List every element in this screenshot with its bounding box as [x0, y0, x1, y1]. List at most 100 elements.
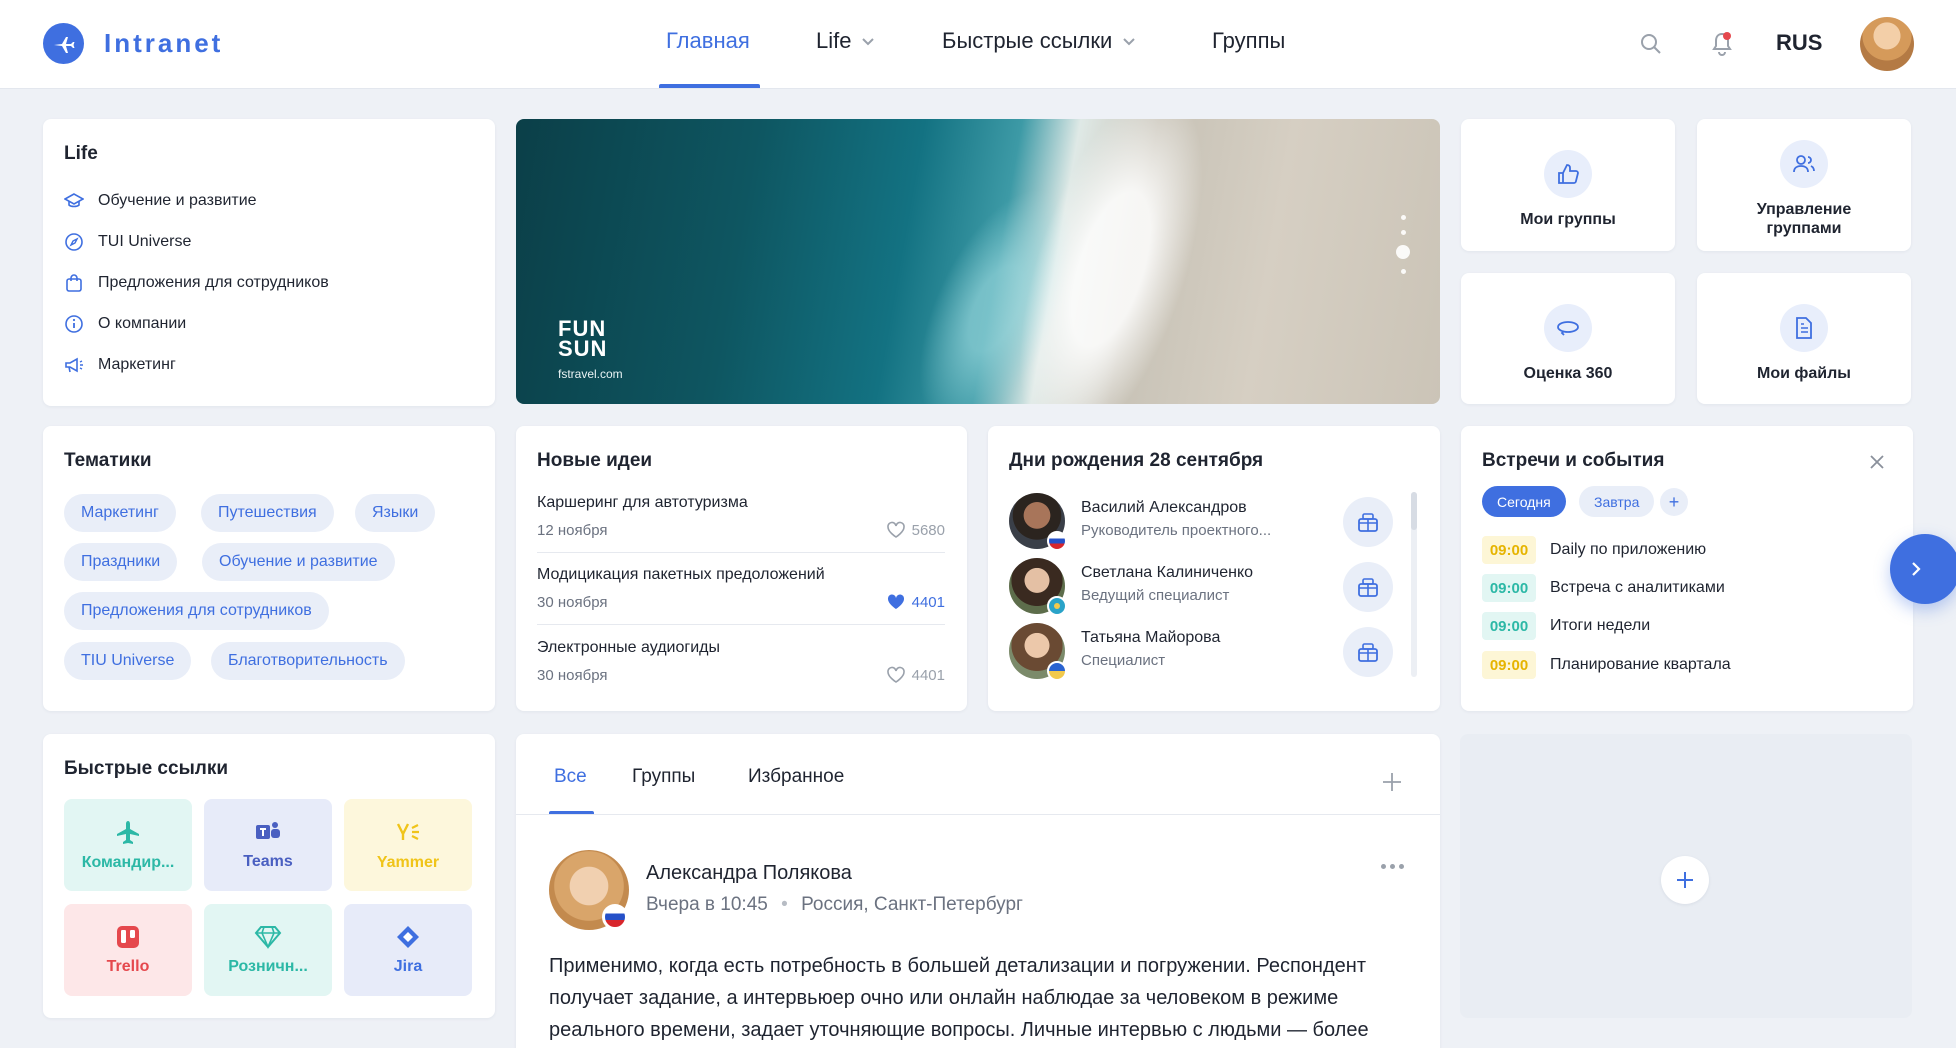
post-time: Вчера в 10:45 [646, 894, 768, 915]
birthdays-title: Дни рождения 28 сентября [1009, 450, 1264, 471]
tab-favorites[interactable]: Избранное [748, 766, 844, 788]
add-tab-icon[interactable] [1380, 770, 1404, 794]
topic-chip[interactable]: Предложения для сотрудников [64, 592, 329, 630]
life-item-learning[interactable]: Обучение и развитие [64, 191, 257, 211]
idea-title[interactable]: Каршеринг для автотуризма [537, 494, 748, 512]
users-icon [1780, 140, 1828, 188]
add-widget-button[interactable] [1661, 856, 1709, 904]
next-arrow-button[interactable] [1890, 534, 1956, 604]
topic-chip[interactable]: Маркетинг [64, 494, 176, 532]
carousel-dot[interactable] [1400, 269, 1406, 274]
event-title: Планирование квартала [1550, 656, 1731, 673]
birthday-row[interactable]: Татьяна Майорова Специалист [1009, 623, 1393, 681]
divider [537, 552, 945, 553]
idea-title[interactable]: Электронные аудиогиды [537, 639, 720, 657]
life-item-label: TUI Universe [98, 233, 192, 250]
idea-like-button[interactable]: 4401 [886, 666, 945, 684]
post-author-name[interactable]: Александра Полякова [646, 862, 852, 885]
tile-label: Оценка 360 [1523, 365, 1613, 382]
events-tab-tomorrow[interactable]: Завтра [1579, 486, 1655, 517]
birthday-row[interactable]: Василий Александров Руководитель проектн… [1009, 493, 1393, 551]
logo-icon[interactable] [43, 23, 84, 64]
life-item-marketing[interactable]: Маркетинг [64, 355, 176, 375]
idea-title[interactable]: Модицикация пакетных предоложений [537, 566, 825, 584]
idea-like-button[interactable]: 4401 [886, 593, 945, 611]
flag-ua-icon [1047, 661, 1067, 681]
quick-links-title: Быстрые ссылки [64, 758, 229, 779]
nav-groups[interactable]: Группы [1212, 28, 1285, 54]
event-row[interactable]: 09:00 Планирование квартала [1482, 651, 1731, 679]
idea-like-count: 4401 [911, 593, 945, 611]
top-header: Intranet Главная Life Быстрые ссылки Гру… [0, 0, 1956, 88]
nav-life[interactable]: Life [816, 28, 875, 54]
gift-button[interactable] [1343, 562, 1393, 612]
tile-my-groups[interactable]: Мои группы [1461, 119, 1675, 251]
nav-groups-label: Группы [1212, 28, 1286, 53]
life-item-tui-universe[interactable]: TUI Universe [64, 232, 191, 252]
tile-my-files[interactable]: Мои файлы [1697, 273, 1911, 404]
idea-like-count: 5680 [911, 521, 945, 539]
bell-icon[interactable] [1708, 30, 1736, 58]
events-add-button[interactable]: + [1660, 488, 1688, 516]
events-title: Встречи и события [1482, 450, 1665, 471]
close-icon[interactable] [1865, 450, 1889, 474]
brand-line2: SUN [558, 336, 608, 361]
search-icon[interactable] [1637, 30, 1665, 58]
topic-chip[interactable]: TIU Universe [64, 642, 192, 680]
birthdays-scrollbar[interactable] [1411, 492, 1417, 677]
info-icon [64, 314, 84, 334]
ideas-title: Новые идеи [537, 450, 653, 471]
topic-chip[interactable]: Языки [355, 494, 436, 532]
carousel-dot-active[interactable] [1396, 245, 1410, 259]
quick-link-retail[interactable]: Розничн... [204, 904, 332, 996]
event-row[interactable]: 09:00 Daily по приложению [1482, 536, 1706, 564]
birthday-row[interactable]: Светлана Калиниченко Ведущий специалист [1009, 558, 1393, 616]
quick-link-label: Yammer [376, 854, 440, 871]
quick-link-teams[interactable]: Teams [204, 799, 332, 891]
person-name: Татьяна Майорова [1081, 629, 1221, 646]
chevron-right-icon [1912, 562, 1921, 576]
quick-link-travel[interactable]: Командир... [64, 799, 192, 891]
compass-icon [64, 232, 84, 252]
idea-like-button[interactable]: 5680 [886, 521, 945, 539]
gift-button[interactable] [1343, 497, 1393, 547]
brand-url: fstravel.com [558, 367, 623, 381]
rotate-360-icon [1544, 304, 1592, 352]
life-title: Life [64, 143, 98, 164]
birthdays-card: Дни рождения 28 сентября Василий Алексан… [988, 426, 1440, 711]
gift-button[interactable] [1343, 627, 1393, 677]
logo-text[interactable]: Intranet [104, 28, 223, 59]
nav-active-indicator [659, 84, 760, 88]
language-switch[interactable]: RUS [1776, 30, 1822, 56]
nav-home[interactable]: Главная [666, 28, 750, 54]
event-title: Daily по приложению [1550, 541, 1707, 558]
life-item-about[interactable]: О компании [64, 314, 186, 334]
user-avatar[interactable] [1860, 17, 1914, 71]
event-row[interactable]: 09:00 Встреча с аналитиками [1482, 574, 1725, 602]
event-row[interactable]: 09:00 Итоги недели [1482, 612, 1650, 640]
more-options-icon[interactable] [1378, 856, 1406, 876]
topic-chip[interactable]: Благотворительность [211, 642, 405, 680]
events-tab-today[interactable]: Сегодня [1482, 486, 1566, 517]
topic-chip[interactable]: Путешествия [201, 494, 334, 532]
quick-link-jira[interactable]: Jira [344, 904, 472, 996]
tab-all[interactable]: Все [554, 766, 587, 788]
nav-quick-links[interactable]: Быстрые ссылки [942, 28, 1136, 54]
quick-link-trello[interactable]: Trello [64, 904, 192, 996]
quick-link-label: Teams [243, 853, 293, 870]
quick-link-yammer[interactable]: Yammer [344, 799, 472, 891]
event-time: 09:00 [1482, 536, 1536, 564]
carousel-dot[interactable] [1400, 230, 1406, 235]
divider [516, 814, 1440, 815]
topic-chip[interactable]: Праздники [64, 543, 178, 581]
tab-groups[interactable]: Группы [632, 766, 695, 788]
tile-rating-360[interactable]: Оценка 360 [1461, 273, 1675, 404]
tile-manage-groups[interactable]: Управление группами [1697, 119, 1911, 251]
life-card: Life Обучение и развитие TUI Universe Пр… [43, 119, 495, 406]
topic-chip[interactable]: Обучение и развитие [202, 543, 395, 581]
carousel-dot[interactable] [1400, 215, 1406, 220]
hero-banner[interactable]: FUN SUN fstravel.com [516, 119, 1440, 404]
life-item-offers[interactable]: Предложения для сотрудников [64, 273, 329, 293]
scrollbar-thumb[interactable] [1411, 492, 1417, 530]
quick-links-card: Быстрые ссылки Командир... Teams Yammer … [43, 734, 495, 1018]
